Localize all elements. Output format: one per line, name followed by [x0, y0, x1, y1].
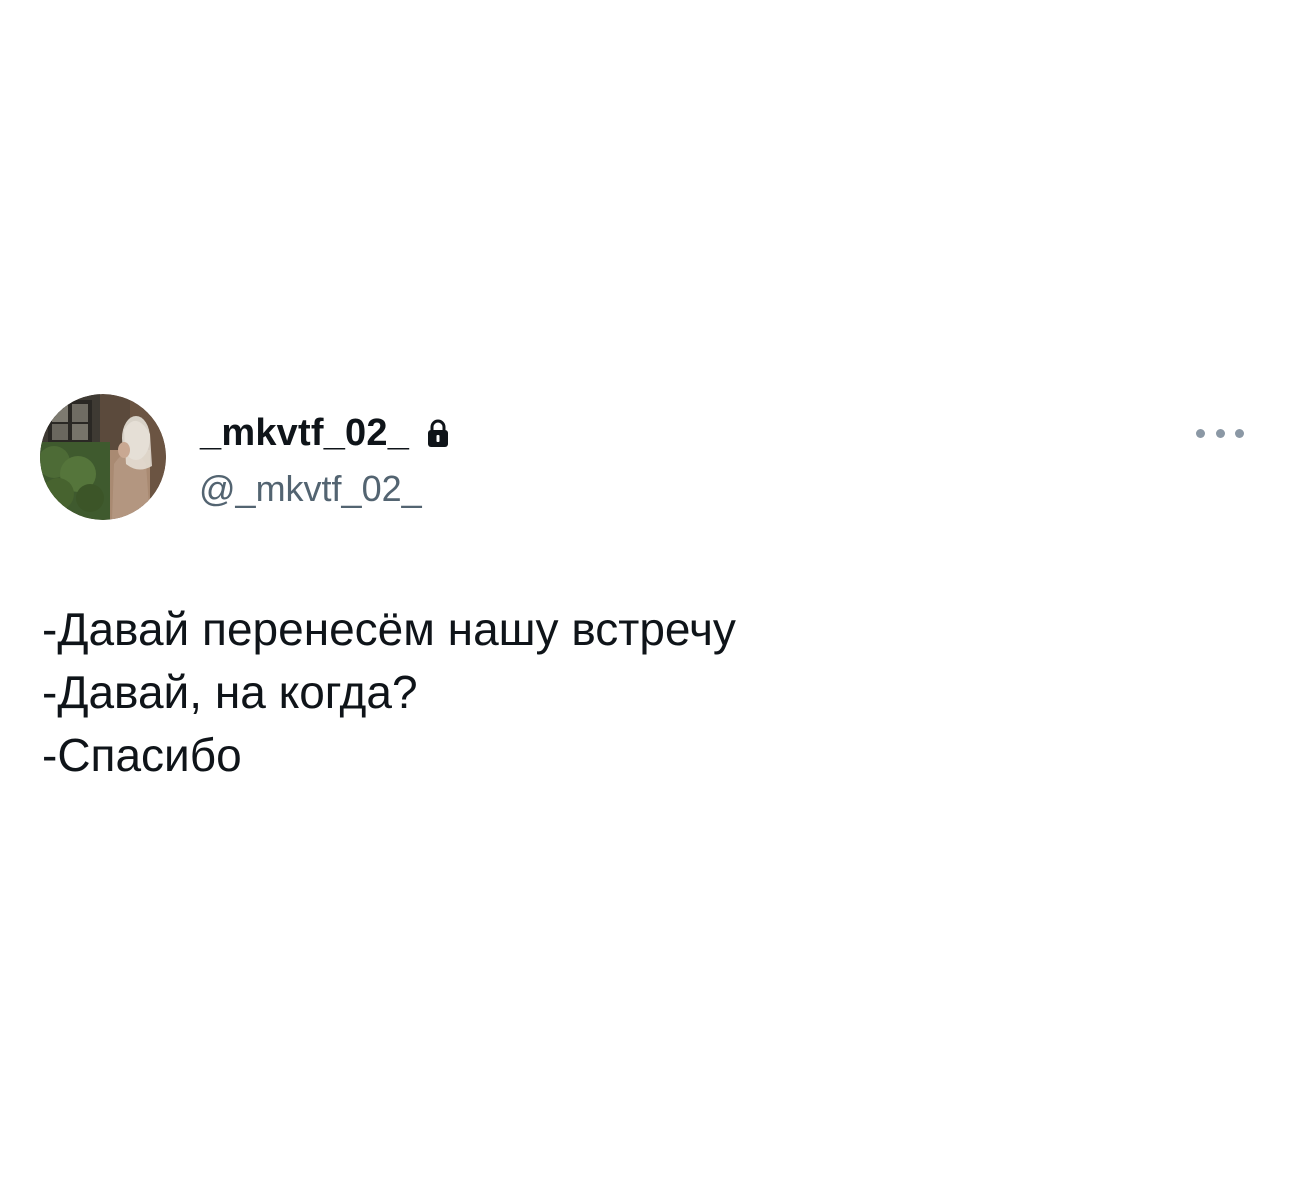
screenshot-canvas: _mkvtf_02_ @_mkvtf_02_ -Давай перенесём … [0, 0, 1290, 1195]
tweet-line: -Спасибо [42, 729, 242, 781]
more-dot [1235, 428, 1244, 438]
lock-icon [427, 418, 449, 448]
more-dot [1215, 428, 1225, 438]
avatar[interactable] [40, 394, 166, 520]
tweet-line: -Давай, на когда? [42, 666, 418, 718]
tweet-line: -Давай перенесём нашу встречу [42, 603, 736, 655]
avatar-image [40, 394, 166, 520]
author-name-row: _mkvtf_02_ [200, 410, 449, 456]
author-display-name[interactable]: _mkvtf_02_ [200, 412, 409, 455]
more-dot [1196, 428, 1205, 438]
more-horizontal-icon[interactable] [1196, 424, 1244, 442]
author-handle[interactable]: @_mkvtf_02_ [199, 468, 422, 510]
tweet-text: -Давай перенесём нашу встречу -Давай, на… [42, 598, 1242, 787]
tweet-card: _mkvtf_02_ @_mkvtf_02_ -Давай перенесём … [0, 0, 1290, 1195]
